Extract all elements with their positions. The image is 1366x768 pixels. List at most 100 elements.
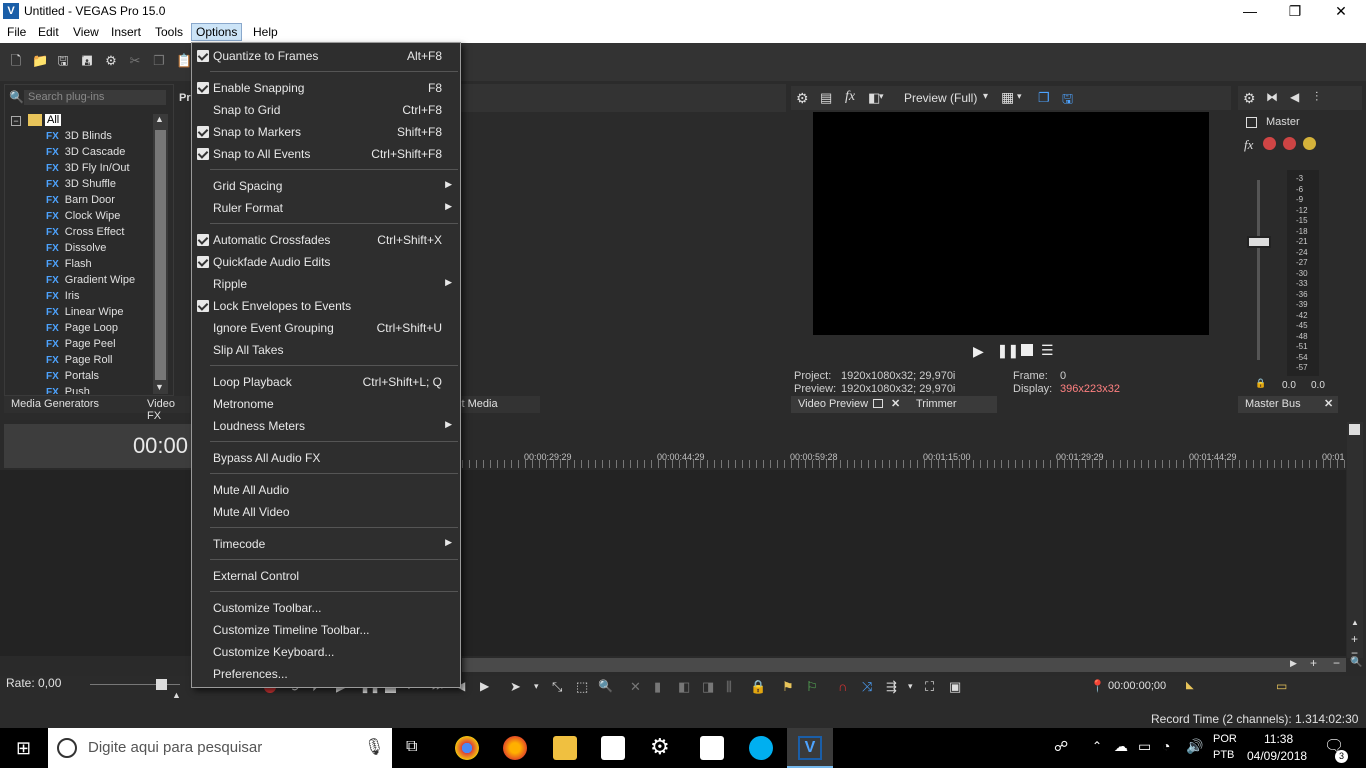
minimize-button[interactable]: —: [1227, 0, 1273, 22]
scroll-up-arrow-icon[interactable]: ▲: [1351, 618, 1359, 627]
plugin-tree-item[interactable]: FX Iris: [46, 290, 79, 306]
insert-region-icon[interactable]: ⚐: [806, 679, 818, 695]
tab-video-fx[interactable]: Video FX: [147, 398, 190, 422]
windows-start-icon[interactable]: ⊞: [16, 738, 31, 759]
menu-item-snap-to-markers[interactable]: Snap to Markers Shift+F8: [192, 121, 460, 143]
menu-options[interactable]: Options: [191, 23, 243, 41]
show-hidden-icon[interactable]: ⌃: [1092, 739, 1102, 753]
store-icon[interactable]: [601, 736, 625, 760]
vegas-taskbar-button[interactable]: V: [787, 728, 833, 768]
file-explorer-icon[interactable]: [553, 736, 577, 760]
ripple-edit-icon[interactable]: ⇶: [886, 679, 897, 695]
wifi-icon[interactable]: ◔: [1162, 738, 1170, 754]
split-dropdown-icon[interactable]: ▾: [879, 91, 884, 102]
master-fader-handle[interactable]: [1247, 236, 1271, 248]
menu-tools[interactable]: Tools: [155, 25, 183, 39]
master-fx-icon[interactable]: fx: [1244, 137, 1253, 153]
pause-icon[interactable]: ❚❚: [997, 343, 1019, 359]
skype-icon[interactable]: [749, 736, 773, 760]
rate-reset-icon[interactable]: ▲: [172, 690, 181, 700]
timeline-ruler[interactable]: 00:00:29:29 00:00:44:29 00:00:59:28 00:0…: [462, 452, 1346, 466]
menu-item-loop-playback[interactable]: Loop Playback Ctrl+Shift+L; Q: [192, 371, 460, 393]
preview-quality-select[interactable]: Preview (Full): [904, 91, 977, 105]
plugin-tree-item[interactable]: FX Push: [46, 386, 90, 394]
master-mute-icon[interactable]: [1283, 137, 1296, 150]
plugin-tree-item[interactable]: FX 3D Shuffle: [46, 178, 116, 194]
master-checkbox[interactable]: [1246, 117, 1257, 128]
plugin-tree-item[interactable]: FX Page Peel: [46, 338, 116, 354]
clock-time[interactable]: 11:38: [1264, 732, 1293, 746]
plugin-tree-item[interactable]: FX 3D Cascade: [46, 146, 125, 162]
clock-date[interactable]: 04/09/2018: [1247, 749, 1307, 763]
lock-icon[interactable]: 🔒: [1255, 378, 1266, 389]
next-frame-icon[interactable]: ▶: [480, 679, 489, 693]
restore-button[interactable]: ❐: [1272, 0, 1318, 22]
plugin-tree-item[interactable]: FX Portals: [46, 370, 99, 386]
menu-item-customize-timeline-toolbar[interactable]: Customize Timeline Toolbar...: [192, 619, 460, 641]
master-effect-icon[interactable]: [1263, 137, 1276, 150]
menu-item-quickfade-audio-edits[interactable]: Quickfade Audio Edits: [192, 251, 460, 273]
menu-item-snap-to-all-events[interactable]: Snap to All Events Ctrl+Shift+F8: [192, 143, 460, 165]
snapping-magnet-icon[interactable]: ∩: [838, 679, 847, 694]
people-icon[interactable]: ☍: [1054, 738, 1068, 755]
normal-edit-tool-icon[interactable]: ➤: [510, 679, 521, 695]
zoom-tool-icon[interactable]: 🔍: [1350, 657, 1362, 668]
quality-dropdown-icon[interactable]: ▾: [983, 91, 988, 102]
menu-item-ruler-format[interactable]: Ruler Format ▶: [192, 197, 460, 219]
preview-settings-gear-icon[interactable]: ⚙: [796, 90, 809, 107]
preview-device-icon[interactable]: ▤: [820, 90, 832, 106]
tab-media-generators[interactable]: Media Generators: [11, 398, 99, 410]
menu-item-customize-keyboard[interactable]: Customize Keyboard...: [192, 641, 460, 663]
trim-end-icon[interactable]: ◨: [702, 679, 714, 695]
close-button[interactable]: ✕: [1318, 0, 1364, 22]
plugin-tree-item[interactable]: FX Dissolve: [46, 242, 106, 258]
settings-gear-icon[interactable]: ⚙: [650, 734, 670, 760]
tab-video-preview[interactable]: Video Preview: [798, 398, 868, 410]
menu-item-ignore-event-grouping[interactable]: Ignore Event Grouping Ctrl+Shift+U: [192, 317, 460, 339]
plugin-tree-item[interactable]: FX Page Loop: [46, 322, 118, 338]
preview-menu-icon[interactable]: ☰: [1041, 342, 1054, 359]
lock-event-icon[interactable]: 🔒: [750, 679, 766, 695]
trim-icon[interactable]: ▮: [654, 679, 661, 695]
ignore-grouping-icon[interactable]: ▣: [949, 679, 961, 695]
tab-project-media[interactable]: ct Media: [456, 398, 498, 410]
tab-trimmer[interactable]: Trimmer: [916, 398, 957, 410]
menu-item-grid-spacing[interactable]: Grid Spacing ▶: [192, 175, 460, 197]
zoom-in-vertical-icon[interactable]: +: [1351, 632, 1358, 646]
battery-icon[interactable]: ▭: [1138, 738, 1151, 755]
menu-item-bypass-all-audio-fx[interactable]: Bypass All Audio FX: [192, 447, 460, 469]
mail-icon[interactable]: [700, 736, 724, 760]
insert-marker-icon[interactable]: ⚑: [782, 679, 794, 695]
menu-item-quantize-to-frames[interactable]: Quantize to Frames Alt+F8: [192, 45, 460, 67]
copy-icon[interactable]: ❐: [152, 54, 166, 68]
menu-item-loudness-meters[interactable]: Loudness Meters ▶: [192, 415, 460, 437]
lock-envelopes-icon[interactable]: ⛶: [925, 679, 934, 695]
plugin-tree-item[interactable]: FX Page Roll: [46, 354, 112, 370]
overlays-grid-icon[interactable]: ▦: [1001, 89, 1014, 106]
menu-item-timecode[interactable]: Timecode ▶: [192, 533, 460, 555]
explorer-scroll-thumb[interactable]: [155, 130, 166, 380]
mixer-icon[interactable]: ⫶: [1315, 89, 1318, 105]
menu-item-preferences[interactable]: Preferences...: [192, 663, 460, 685]
language-line2[interactable]: PTB: [1213, 749, 1234, 761]
zoom-in-horizontal-icon[interactable]: +: [1310, 656, 1317, 670]
plugin-tree-item[interactable]: FX 3D Blinds: [46, 130, 112, 146]
menu-item-slip-all-takes[interactable]: Slip All Takes: [192, 339, 460, 361]
paste-icon[interactable]: 📋: [176, 54, 192, 68]
undock-icon[interactable]: [873, 399, 883, 408]
plugin-tree-item[interactable]: FX Linear Wipe: [46, 306, 123, 322]
save-snapshot-icon[interactable]: 🖫: [1062, 90, 1073, 112]
overlays-dropdown-icon[interactable]: ▾: [1017, 91, 1022, 102]
marker-flag-icon[interactable]: [1349, 424, 1360, 435]
downmix-icon[interactable]: ⧓: [1266, 90, 1278, 104]
tab-master-bus[interactable]: Master Bus: [1245, 398, 1301, 410]
plugin-tree-item[interactable]: FX Clock Wipe: [46, 210, 120, 226]
onedrive-icon[interactable]: ☁: [1114, 738, 1128, 755]
timeline-horizontal-scrollbar[interactable]: [462, 658, 1346, 672]
zoom-out-horizontal-icon[interactable]: −: [1333, 656, 1340, 670]
task-view-icon[interactable]: ⧉: [406, 738, 417, 756]
plugin-tree-item[interactable]: FX Flash: [46, 258, 92, 274]
close-preview-icon[interactable]: ✕: [891, 397, 900, 410]
zoom-tool-bar-icon[interactable]: 🔍: [598, 679, 613, 693]
menu-item-automatic-crossfades[interactable]: Automatic Crossfades Ctrl+Shift+X: [192, 229, 460, 251]
